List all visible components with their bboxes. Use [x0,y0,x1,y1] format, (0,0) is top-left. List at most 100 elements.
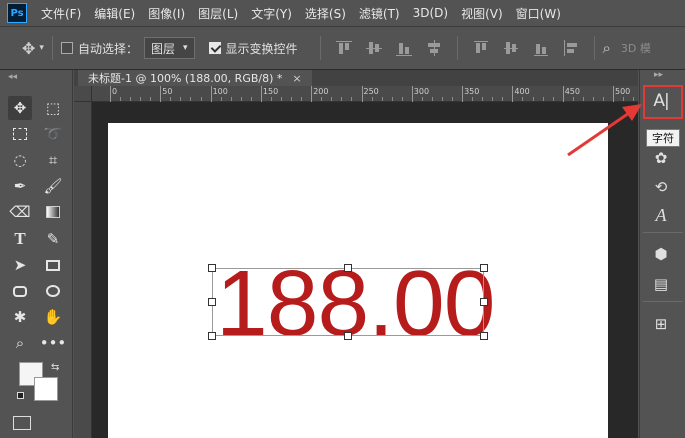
ruler-label: 150 [262,87,279,96]
ruler-minor-tick [351,97,353,101]
type-tool-icon[interactable]: T [8,227,32,251]
menu-type[interactable]: 文字(Y) [251,5,292,22]
menu-select[interactable]: 选择(S) [305,5,346,22]
distribute-vertical-centers-icon[interactable] [501,38,521,58]
ruler-label: 50 [162,87,173,96]
artboard-tool-icon[interactable]: ⬚ [41,96,65,120]
distribute-left-icon[interactable] [561,38,581,58]
distribute-top-icon[interactable] [471,38,491,58]
ruler-minor-tick [421,97,423,101]
ruler-minor-tick [301,97,303,101]
align-horizontal-centers-icon[interactable] [424,38,444,58]
pen-tool-icon[interactable]: ✎ [41,227,65,251]
layer-dropdown[interactable]: 图层 ▾ [143,37,195,59]
distribute-bottom-icon[interactable] [531,38,551,58]
menu-view[interactable]: 视图(V) [461,5,503,22]
marquee-tool-icon[interactable] [8,122,32,146]
ruler-label: 250 [363,87,379,96]
ruler-minor-tick [381,97,383,101]
menu-image[interactable]: 图像(I) [148,5,185,22]
color-swatches-icon[interactable]: ✿ [648,146,674,170]
chevron-down-icon: ▾ [182,43,188,53]
default-colors-icon[interactable] [17,392,24,399]
expand-panels-icon[interactable]: ▸▸ [654,70,663,80]
transform-handle-top-left[interactable] [208,264,216,272]
menu-layer[interactable]: 图层(L) [198,5,238,22]
ruler-label: 200 [313,87,329,96]
transform-handle-top[interactable] [344,264,352,272]
transform-handle-right[interactable] [480,298,488,306]
ruler-minor-tick [220,97,222,101]
eyedropper-tool-icon[interactable]: ✒ [8,174,32,198]
rounded-rectangle-tool-icon[interactable] [8,279,32,303]
vertical-ruler [74,102,92,438]
crop-tool-icon[interactable]: ⌗ [41,148,65,172]
ruler-minor-tick [552,97,554,101]
ruler-minor-tick [452,97,454,101]
ruler-minor-tick [200,97,202,101]
transform-handle-bottom-left[interactable] [208,332,216,340]
annotation-arrow [567,104,642,157]
3d-panel-icon[interactable]: ⬢ [648,242,674,266]
align-bottom-edges-icon[interactable] [394,38,414,58]
gradient-tool-icon[interactable] [41,200,65,224]
menu-filter[interactable]: 滤镜(T) [359,5,400,22]
transform-handle-left[interactable] [208,298,216,306]
zoom-tool-icon[interactable]: ⌕ [8,331,32,355]
ruler-minor-tick [532,97,534,101]
move-tool-icon[interactable]: ✥ [8,96,32,120]
glyphs-icon[interactable]: A [648,203,674,227]
brush-tool-icon[interactable]: 🖌 [41,174,65,198]
background-color-swatch[interactable] [34,377,58,401]
transform-handle-bottom-right[interactable] [480,332,488,340]
menu-file[interactable]: 文件(F) [41,5,81,22]
layers-grid-icon[interactable]: ⊞ [648,312,674,336]
ruler-minor-tick [431,97,433,101]
transform-handle-top-right[interactable] [480,264,488,272]
menu-edit[interactable]: 编辑(E) [94,5,135,22]
search-icon[interactable]: ⌕ [603,39,611,57]
transform-bounding-box[interactable] [212,268,484,336]
ruler-minor-tick [391,97,393,101]
menu-window[interactable]: 窗口(W) [516,5,561,22]
lasso-tool-icon[interactable]: ➰ [41,122,65,146]
auto-select-label: 自动选择： [77,41,138,56]
history-icon[interactable]: ⟲ [648,175,674,199]
align-vertical-centers-icon[interactable] [364,38,384,58]
ruler-label: 300 [413,87,430,96]
path-selection-tool-icon[interactable]: ➤ [8,253,32,277]
eraser-tool-icon[interactable]: ⌫ [8,200,32,224]
move-tool-icon[interactable]: ✥ [22,39,35,58]
quick-selection-tool-icon[interactable]: ◌ [8,148,32,172]
chevron-down-icon[interactable]: ▾ [39,43,44,53]
show-transform-checkbox[interactable] [208,42,221,54]
rectangle-tool-icon[interactable] [41,253,65,277]
ruler-minor-tick [401,97,403,101]
ruler-minor-tick [150,97,152,101]
custom-shape-tool-icon[interactable]: ✱ [8,305,32,329]
ruler-tick [462,86,464,102]
ruler-minor-tick [230,97,232,101]
menu-3d[interactable]: 3D(D) [413,6,448,20]
ruler-minor-tick [190,97,192,101]
auto-select-checkbox[interactable] [60,42,73,54]
transform-handle-bottom[interactable] [344,332,352,340]
arrow-head [622,104,642,121]
ruler-minor-tick [250,97,252,101]
options-bar: ✥ ▾ 自动选择： 图层 ▾ 显示变换控件 ⌕ 3D 模 [0,26,685,70]
swap-colors-icon[interactable]: ⇆ [51,362,59,373]
ruler-tick [411,86,413,102]
ruler-label: 0 [112,87,118,96]
3d-mode-label[interactable]: 3D 模 [621,40,651,56]
ellipse-tool-icon[interactable] [41,279,65,303]
ruler-label: 350 [464,87,480,96]
properties-icon[interactable]: ▤ [648,272,674,296]
align-top-edges-icon[interactable] [334,38,354,58]
more-tools-icon[interactable]: ••• [40,331,67,355]
hand-tool-icon[interactable]: ✋ [41,305,65,329]
quick-mask-icon[interactable] [13,416,31,430]
document-tab[interactable]: 未标题-1 @ 100% (188.00, RGB/8) * × [78,70,312,86]
collapse-icon[interactable]: ◂◂ [0,70,72,90]
ruler-minor-tick [502,97,504,101]
close-icon[interactable]: × [292,72,301,85]
